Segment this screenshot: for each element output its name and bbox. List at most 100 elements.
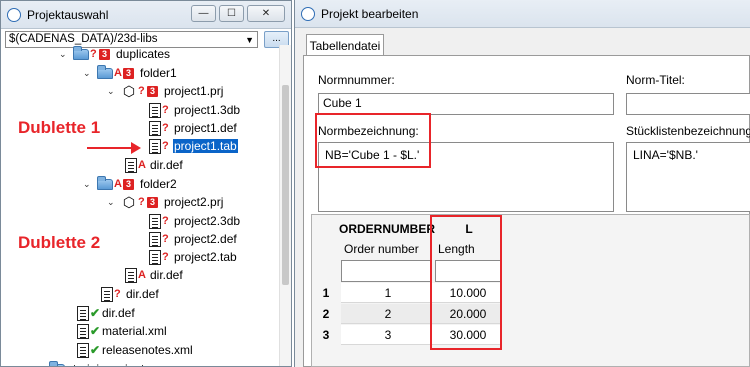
annotation-dublette-1: Dublette 1 — [18, 118, 101, 137]
tree-scrollbar[interactable] — [279, 45, 291, 366]
tree-item-label: releasenotes.xml — [102, 343, 193, 357]
cell-ordernumber[interactable]: 3 — [341, 325, 435, 345]
status-unknown-icon: ? — [162, 104, 169, 116]
document-icon — [77, 323, 89, 339]
document-icon — [149, 102, 161, 118]
tree-item-label: project1.prj — [164, 84, 224, 98]
tree-item-project1-prj[interactable]: ⌄ ⬡ ? 3 project1.prj — [107, 82, 224, 100]
cell-ordernumber[interactable]: 2 — [341, 304, 435, 324]
chevron-down-icon[interactable]: ⌄ — [107, 86, 117, 97]
tree-item-dir-def[interactable]: ✔ dir.def — [77, 304, 136, 322]
tree-item-label: project2.tab — [174, 250, 237, 264]
count-badge: 3 — [123, 178, 134, 190]
window-controls: — ☐ ✕ — [191, 5, 285, 22]
status-unknown-icon: ? — [90, 48, 97, 60]
annotation-dublette-2: Dublette 2 — [18, 233, 101, 252]
tree-item-project2-prj[interactable]: ⌄ ⬡ ? 3 project2.prj — [107, 193, 224, 211]
tree-item-label: project2.prj — [164, 195, 224, 209]
tree-item-dir-def[interactable]: ? dir.def — [101, 285, 160, 303]
column-desc-ordernumber: Order number — [344, 242, 419, 256]
tree-item-project2-tab[interactable]: ? project2.tab — [149, 248, 238, 266]
tree-item-label: project2.3db — [174, 214, 241, 228]
normnummer-label: Normnummer: — [318, 73, 395, 87]
document-icon — [77, 342, 89, 358]
folder-open-icon — [97, 64, 113, 79]
project-tree: ⌄ ? 3 duplicates ⌄ A 3 folder1 ⌄ ⬡ ? 3 p… — [1, 45, 291, 366]
row-index[interactable]: 2 — [316, 304, 336, 324]
tree-item-folder2[interactable]: ⌄ A 3 folder2 — [83, 175, 178, 193]
chevron-down-icon[interactable]: ⌄ — [83, 179, 93, 190]
table-grid: ORDERNUMBER L Order number Length 1 1 10… — [311, 214, 750, 367]
tree-item-label: dir.def — [150, 158, 183, 172]
tree-item-project1-def[interactable]: ? project1.def — [149, 119, 238, 137]
scrollbar-thumb[interactable] — [282, 85, 289, 285]
stueckliste-value: LINA='$NB.' — [633, 148, 698, 162]
status-added-icon: A — [138, 269, 146, 281]
status-unknown-icon: ? — [114, 288, 121, 300]
count-badge: 3 — [147, 85, 158, 97]
path-value: $(CADENAS_DATA)/23d-libs — [9, 33, 158, 45]
chevron-down-icon[interactable]: ⌄ — [83, 68, 93, 79]
tree-item-label: dir.def — [150, 268, 183, 282]
tree-item-project1-tab[interactable]: ? project1.tab — [149, 137, 238, 155]
normtitel-field[interactable] — [626, 93, 750, 115]
document-icon — [125, 157, 137, 173]
tree-item-label: project1.def — [174, 121, 237, 135]
arrow-right-icon — [131, 142, 141, 154]
status-unknown-icon: ? — [162, 233, 169, 245]
folder-open-icon — [97, 175, 113, 190]
count-badge: 3 — [123, 67, 134, 79]
checkmark-icon: ✔ — [90, 343, 101, 357]
count-badge: 3 — [147, 196, 158, 208]
status-unknown-icon: ? — [162, 251, 169, 263]
stueckliste-field[interactable]: LINA='$NB.' — [626, 142, 750, 212]
tab-tabellendatei[interactable]: Tabellendatei — [306, 34, 384, 56]
status-unknown-icon: ? — [138, 196, 145, 208]
tree-item-training-sip-tmp[interactable]: › training_sip_tmp — [35, 360, 162, 366]
tree-item-label: dir.def — [102, 306, 135, 320]
row-index[interactable]: 1 — [316, 283, 336, 303]
count-badge: 3 — [99, 48, 110, 60]
tree-item-material-xml[interactable]: ✔ material.xml — [77, 322, 168, 340]
normnummer-field[interactable]: Cube 1 — [318, 93, 614, 115]
row-index[interactable]: 3 — [316, 325, 336, 345]
cell-ordernumber[interactable]: 1 — [341, 283, 435, 303]
maximize-button[interactable]: ☐ — [219, 5, 244, 22]
tree-item-releasenotes-xml[interactable]: ✔ releasenotes.xml — [77, 341, 194, 359]
tree-item-dir-def[interactable]: A dir.def — [125, 266, 184, 284]
checkmark-icon: ✔ — [90, 306, 101, 320]
tree-item-dir-def[interactable]: A dir.def — [125, 156, 184, 174]
document-icon — [77, 305, 89, 321]
status-added-icon: A — [138, 159, 146, 171]
document-icon — [125, 267, 137, 283]
minimize-button[interactable]: — — [191, 5, 216, 22]
document-icon — [149, 120, 161, 136]
document-icon — [149, 231, 161, 247]
normtitel-label: Norm-Titel: — [626, 73, 685, 87]
cube-icon: ⬡ — [122, 83, 136, 99]
tree-item-folder1[interactable]: ⌄ A 3 folder1 — [83, 64, 178, 82]
column-header-ordernumber[interactable]: ORDERNUMBER — [339, 220, 435, 238]
tree-item-label-selected: project1.tab — [173, 139, 238, 153]
highlight-length-column — [430, 215, 502, 350]
tree-item-duplicates[interactable]: ⌄ ? 3 duplicates — [59, 45, 171, 63]
status-unknown-icon: ? — [162, 122, 169, 134]
tree-item-label: project2.def — [174, 232, 237, 246]
tree-item-project1-3db[interactable]: ? project1.3db — [149, 101, 241, 119]
tree-item-project2-def[interactable]: ? project2.def — [149, 230, 238, 248]
tree-item-project2-3db[interactable]: ? project2.3db — [149, 212, 241, 230]
chevron-down-icon[interactable]: ⌄ — [107, 197, 117, 208]
tree-item-label: dir.def — [126, 287, 159, 301]
close-button[interactable]: ✕ — [247, 5, 285, 22]
stueckliste-label: Stücklistenbezeichnung: — [626, 124, 750, 138]
tree-item-label: training_sip_tmp — [72, 362, 162, 366]
project-edit-window: Projekt bearbeiten Tabellendatei Normnum… — [294, 0, 750, 367]
app-icon — [7, 7, 21, 22]
app-icon — [301, 6, 315, 21]
status-unknown-icon: ? — [138, 85, 145, 97]
project-selection-window: Projektauswahl — ☐ ✕ $(CADENAS_DATA)/23d… — [0, 0, 292, 367]
status-added-icon: A — [114, 178, 122, 190]
filter-input-ordernumber[interactable] — [341, 260, 431, 282]
chevron-down-icon[interactable]: ⌄ — [59, 49, 69, 60]
annotation-arrow-line — [87, 147, 133, 149]
